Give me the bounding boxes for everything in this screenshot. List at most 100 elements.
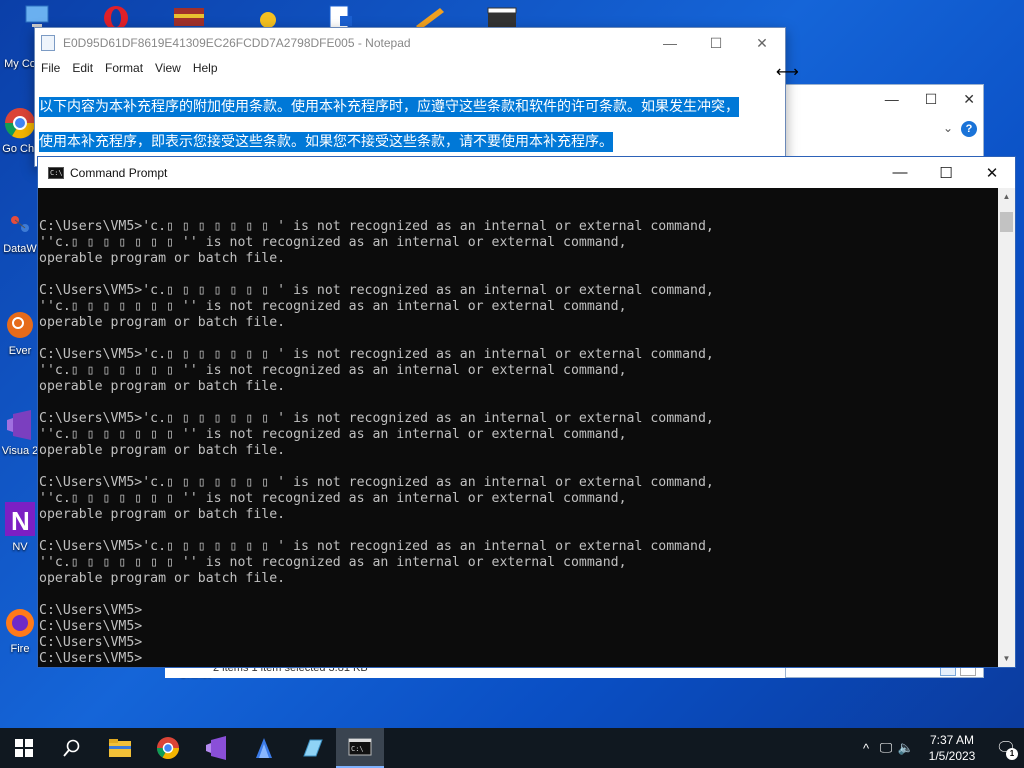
chrome-icon xyxy=(4,108,36,139)
cmd-line: operable program or batch file. xyxy=(39,507,286,522)
svg-text:C:\: C:\ xyxy=(351,745,364,753)
desktop-icon-label: Visua 2 xyxy=(1,445,39,457)
desktop-icon-label: DataW xyxy=(3,243,37,255)
visual-studio-button[interactable] xyxy=(192,728,240,768)
search-icon xyxy=(63,739,80,757)
cmd-line: C:\Users\VM5>'c.▯ ▯ ▯ ▯ ▯ ▯ ▯ ' is not r… xyxy=(39,283,714,298)
nv-app-icon: N xyxy=(5,502,35,536)
notepad-text-area[interactable]: 以下内容为本补充程序的附加使用条款。使用本补充程序时，应遵守这些条款和软件的许可… xyxy=(39,90,767,160)
desktop-icon-label: Ever xyxy=(8,345,32,357)
cmd-line xyxy=(39,331,997,347)
notepad-window[interactable]: E0D95D61DF8619E41309EC26FCDD7A2798DFE005… xyxy=(34,27,786,167)
maximize-button[interactable]: ☐ xyxy=(693,35,739,52)
cmd-line: ''c.▯ ▯ ▯ ▯ ▯ ▯ ▯ '' is not recognized a… xyxy=(39,235,627,250)
notepad-title-bar[interactable]: E0D95D61DF8619E41309EC26FCDD7A2798DFE005… xyxy=(35,28,785,58)
desktop-icon-everything[interactable]: Ever xyxy=(0,308,40,357)
app-blue-button[interactable] xyxy=(240,728,288,768)
minimize-button[interactable]: — xyxy=(885,91,899,108)
cmd-line: C:\Users\VM5>'c.▯ ▯ ▯ ▯ ▯ ▯ ▯ ' is not r… xyxy=(39,475,714,490)
close-button[interactable]: ✕ xyxy=(969,164,1015,182)
cmd-line: operable program or batch file. xyxy=(39,443,286,458)
cmd-line: C:\Users\VM5>'c.▯ ▯ ▯ ▯ ▯ ▯ ▯ ' is not r… xyxy=(39,411,714,426)
close-button[interactable]: ✕ xyxy=(963,91,975,108)
maximize-button[interactable]: ☐ xyxy=(925,91,938,108)
cmd-line xyxy=(39,267,997,283)
clock-time: 7:37 AM xyxy=(929,733,975,747)
help-icon[interactable]: ? xyxy=(961,121,977,137)
close-button[interactable]: ✕ xyxy=(739,35,785,52)
notepad-menu-bar: File Edit Format View Help xyxy=(35,58,785,80)
selected-text: 以下内容为本补充程序的附加使用条款。使用本补充程序时，应遵守这些条款和软件的许可… xyxy=(39,97,739,117)
cmd-line xyxy=(39,395,997,411)
clock[interactable]: 7:37 AM 1/5/2023 xyxy=(916,732,988,764)
tray-chevron-icon[interactable]: ^ xyxy=(856,741,876,756)
visual-studio-icon xyxy=(7,410,31,440)
notepad-line: 使用本补充程序，即表示您接受这些条款。如果您不接受这些条款，请不要使用本补充程序… xyxy=(39,125,767,160)
cmd-line: C:\Users\VM5> xyxy=(39,619,143,634)
search-button[interactable] xyxy=(48,728,96,768)
cmd-line xyxy=(39,587,997,603)
cmd-line: ''c.▯ ▯ ▯ ▯ ▯ ▯ ▯ '' is not recognized a… xyxy=(39,491,627,506)
svg-text:N: N xyxy=(11,506,30,536)
cmd-line xyxy=(39,459,997,475)
desktop-icon-nv[interactable]: N NV xyxy=(0,500,40,553)
terminal-icon: C:\ xyxy=(348,738,372,756)
terminal-icon: C:\ xyxy=(48,166,64,179)
menu-format[interactable]: Format xyxy=(99,58,149,80)
visual-studio-icon xyxy=(206,736,226,760)
cmd-scrollbar[interactable]: ▲ ▼ xyxy=(998,188,1015,667)
minimize-button[interactable]: — xyxy=(647,35,693,52)
app-icon xyxy=(256,738,272,758)
maximize-button[interactable]: ☐ xyxy=(923,164,969,182)
cmd-line: ''c.▯ ▯ ▯ ▯ ▯ ▯ ▯ '' is not recognized a… xyxy=(39,363,627,378)
cmd-line: operable program or batch file. xyxy=(39,571,286,586)
cmd-line: operable program or batch file. xyxy=(39,251,286,266)
notepad-title: E0D95D61DF8619E41309EC26FCDD7A2798DFE005… xyxy=(63,36,411,50)
chrome-icon xyxy=(157,737,179,759)
minimize-button[interactable]: — xyxy=(877,164,923,182)
windows-logo-icon xyxy=(15,739,33,757)
cmd-line xyxy=(39,203,997,219)
taskbar: C:\ ^ 🖵 🔈 7:37 AM 1/5/2023 🗨 1 xyxy=(0,728,1024,768)
cmd-title: Command Prompt xyxy=(70,165,168,180)
cmd-button[interactable]: C:\ xyxy=(336,728,384,768)
scroll-up-icon[interactable]: ▲ xyxy=(998,188,1015,205)
menu-file[interactable]: File xyxy=(35,58,66,80)
notification-count: 1 xyxy=(1006,748,1018,760)
system-tray: ^ 🖵 🔈 7:37 AM 1/5/2023 🗨 1 xyxy=(856,728,1024,768)
cmd-line: C:\Users\VM5>'c.▯ ▯ ▯ ▯ ▯ ▯ ▯ ' is not r… xyxy=(39,347,714,362)
cmd-line: operable program or batch file. xyxy=(39,315,286,330)
datawarrior-icon xyxy=(11,216,29,232)
notification-center-button[interactable]: 🗨 1 xyxy=(988,738,1024,760)
resize-cursor-icon: ⟷ xyxy=(776,64,799,81)
chevron-down-icon[interactable]: ⌄ xyxy=(943,121,953,135)
menu-edit[interactable]: Edit xyxy=(66,58,99,80)
desktop-icon-label: NV xyxy=(12,541,28,553)
start-button[interactable] xyxy=(0,728,48,768)
scroll-down-icon[interactable]: ▼ xyxy=(998,650,1015,667)
desktop-icon-firefox[interactable]: Fire xyxy=(0,606,40,655)
desktop-icon-datawarrior[interactable]: DataW xyxy=(0,206,40,255)
scroll-thumb[interactable] xyxy=(1000,212,1013,232)
file-explorer-button[interactable] xyxy=(96,728,144,768)
cmd-output[interactable]: C:\Users\VM5>'c.▯ ▯ ▯ ▯ ▯ ▯ ▯ ' is not r… xyxy=(39,203,997,667)
explorer-window-controls: — ☐ ✕ xyxy=(885,91,975,108)
everything-search-icon xyxy=(7,312,33,338)
desktop-icon-visual-studio[interactable]: Visua 2 xyxy=(0,408,40,458)
app-notepad-button[interactable] xyxy=(288,728,336,768)
clock-date: 1/5/2023 xyxy=(928,749,976,763)
cmd-line xyxy=(39,523,997,539)
cmd-line: C:\Users\VM5>'c.▯ ▯ ▯ ▯ ▯ ▯ ▯ ' is not r… xyxy=(39,219,714,234)
cmd-line: operable program or batch file. xyxy=(39,379,286,394)
cmd-title-bar[interactable]: C:\ Command Prompt — ☐ ✕ xyxy=(38,157,1015,188)
menu-help[interactable]: Help xyxy=(187,58,224,80)
selected-text: 使用本补充程序，即表示您接受这些条款。如果您不接受这些条款，请不要使用本补充程序… xyxy=(39,132,613,152)
menu-view[interactable]: View xyxy=(149,58,187,80)
cmd-line: ''c.▯ ▯ ▯ ▯ ▯ ▯ ▯ '' is not recognized a… xyxy=(39,299,627,314)
network-icon[interactable]: 🖵 xyxy=(876,740,896,756)
cmd-line: C:\Users\VM5> xyxy=(39,651,143,666)
firefox-icon xyxy=(6,609,34,637)
command-prompt-window[interactable]: C:\ Command Prompt — ☐ ✕ C:\Users\VM5>'c… xyxy=(37,156,1016,668)
chrome-button[interactable] xyxy=(144,728,192,768)
volume-icon[interactable]: 🔈 xyxy=(896,740,916,756)
